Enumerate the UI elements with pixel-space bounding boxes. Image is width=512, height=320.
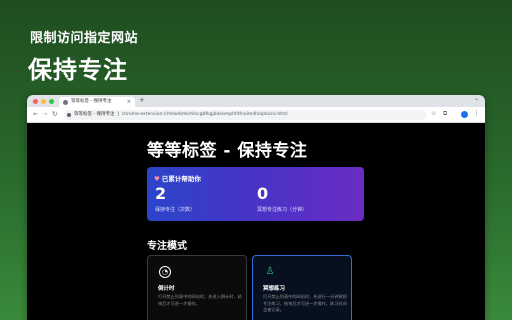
close-window-button[interactable] [33, 99, 38, 104]
heart-icon: ♥ [154, 175, 160, 183]
favicon-icon [63, 100, 68, 105]
mode-name: 倒计时 [158, 286, 175, 292]
site-info-icon[interactable] [67, 113, 71, 117]
timer-icon: ◔ [159, 266, 171, 278]
back-button[interactable]: ← [33, 110, 38, 118]
options-page: 等等标签 - 保持专注 ♥ 已累计帮助你 2 保持专注（次数） 0 冥想专注练习（… [27, 123, 485, 320]
tab-options[interactable]: 等等标签 - 保持专注 × [59, 97, 135, 107]
promo-title: 保持专注 [28, 56, 128, 84]
mode-name: 冥想练习 [263, 286, 286, 292]
meditation-icon: ♙ [265, 266, 275, 277]
focus-count: 2 [155, 184, 167, 203]
mode-description: 打开禁止列表中的网站时，先进入倒计时，结束后才可进一步操作。 [158, 294, 242, 306]
browser-window: 等等标签 - 保持专注 × + ⌄ ← → ↻ 等等标签 - 保持专注 | ch… [27, 95, 485, 320]
mode-card-meditation[interactable]: ♙ 冥想练习 打开禁止列表中的网站时，先进行一分钟冥想专注练习，结束后才可进一步… [252, 255, 352, 320]
stats-header: ♥ 已累计帮助你 [154, 173, 201, 183]
focus-mode-heading: 专注模式 [147, 241, 187, 252]
address-bar[interactable]: 等等标签 - 保持专注 | chrome-extension://mkkebmk… [64, 110, 426, 120]
browser-menu-icon[interactable]: ⋮ [473, 109, 480, 117]
promo-subtitle: 限制访问指定网站 [30, 31, 139, 46]
bookmark-star-icon[interactable]: ☆ [431, 110, 436, 117]
stats-header-label: 已累计帮助你 [161, 175, 201, 183]
mode-description: 打开禁止列表中的网站时，先进行一分钟冥想专注练习，结束后才可进一步操作，练习时间… [263, 294, 347, 312]
focus-count-label: 保持专注（次数） [155, 207, 196, 213]
stats-card: ♥ 已累计帮助你 2 保持专注（次数） 0 冥想专注练习（分钟） [147, 167, 364, 221]
maximize-window-button[interactable] [49, 99, 54, 104]
forward-button[interactable]: → [42, 110, 47, 118]
minimize-window-button[interactable] [41, 99, 46, 104]
new-tab-button[interactable]: + [139, 96, 145, 104]
page-title: 等等标签 - 保持专注 [147, 141, 308, 161]
address-url: chrome-extension://mkkebmkmlkcgbfkgjbdeo… [121, 112, 288, 117]
reload-button[interactable]: ↻ [52, 110, 57, 118]
tab-search-icon[interactable]: ⌄ [474, 95, 479, 102]
mode-card-countdown[interactable]: ◔ 倒计时 打开禁止列表中的网站时，先进入倒计时，结束后才可进一步操作。 [147, 255, 247, 320]
browser-toolbar: ← → ↻ 等等标签 - 保持专注 | chrome-extension://m… [27, 107, 485, 123]
tab-title: 等等标签 - 保持专注 [71, 99, 112, 104]
extensions-icon[interactable]: ⧉ [443, 110, 447, 118]
tab-bar: 等等标签 - 保持专注 × + ⌄ [27, 95, 485, 107]
address-site-name: 等等标签 - 保持专注 [74, 112, 115, 117]
profile-avatar[interactable] [461, 111, 468, 118]
address-separator: | [115, 112, 121, 117]
meditation-count: 0 [257, 184, 269, 203]
meditation-count-label: 冥想专注练习（分钟） [257, 207, 308, 213]
tab-close-icon[interactable]: × [127, 97, 131, 107]
